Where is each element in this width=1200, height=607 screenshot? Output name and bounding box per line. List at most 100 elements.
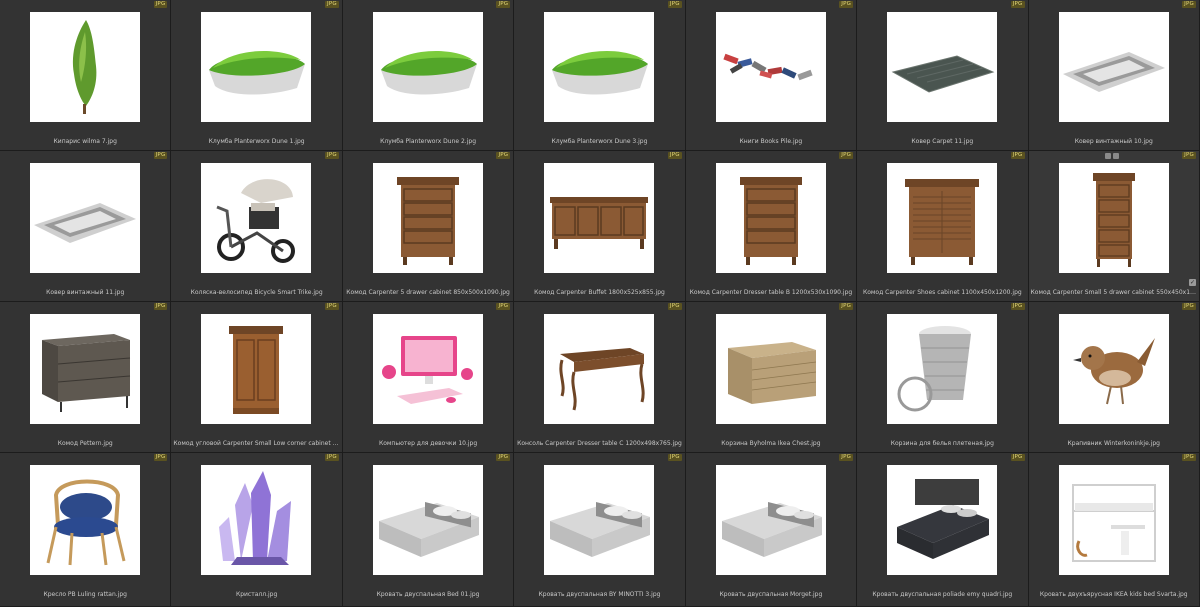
file-type-badge: JPG xyxy=(325,152,339,159)
asset-tile[interactable]: JPG Кровать двуспальная Morget.jpg xyxy=(685,453,858,607)
thumbnail[interactable] xyxy=(715,314,826,424)
asset-tile[interactable]: JPG Комод Pettern.jpg xyxy=(0,302,172,453)
asset-tile[interactable]: JPG Коляска-велосипед Bicycle Smart Trike… xyxy=(171,151,343,302)
asset-tile[interactable]: JPG Кипарис wilma 7.jpg xyxy=(0,0,172,151)
thumbnail[interactable] xyxy=(715,12,826,122)
grey-dresser-icon xyxy=(42,334,131,412)
asset-tile[interactable]: JPG Комод Carpenter 5 drawer cabinet 850x… xyxy=(342,151,515,302)
asset-tile[interactable]: JPG Ковер винтажный 11.jpg xyxy=(0,151,172,302)
thumbnail[interactable] xyxy=(887,12,998,122)
asset-tile[interactable]: JPG Кровать двуспальная BY MINOTTI 3.jpg xyxy=(514,453,686,607)
file-name-label: Кровать двуспальная BY MINOTTI 3.jpg xyxy=(538,591,661,598)
file-name-label: Кровать двуспальная Bed 01.jpg xyxy=(376,591,480,598)
thumbnail[interactable] xyxy=(372,163,483,273)
file-type-badge: JPG xyxy=(667,303,682,310)
file-type-badge: JPG xyxy=(153,1,168,8)
asset-tile[interactable]: JPG Книги Books Pile.jpg xyxy=(685,0,858,151)
asset-tile[interactable]: JPG Комод Carpenter Dresser table B 1200x… xyxy=(685,151,858,302)
thumbnail[interactable] xyxy=(887,465,998,575)
file-name-label: Ковер Carpet 11.jpg xyxy=(911,138,974,145)
file-name-label: Компьютер для девочки 10.jpg xyxy=(378,440,478,447)
vintage-carpet-icon xyxy=(34,203,136,243)
asset-tile[interactable]: JPG Комод угловой Carpenter Small Low cor… xyxy=(171,302,343,453)
checkbox-checked-icon[interactable]: ✓ xyxy=(1188,279,1196,286)
file-type-badge: JPG xyxy=(1010,152,1025,159)
asset-tile[interactable]: JPG Ковер винтажный 10.jpg xyxy=(1028,0,1200,151)
wicker-chest-icon xyxy=(727,342,816,404)
file-name-label: Ковер винтажный 10.jpg xyxy=(1074,138,1153,145)
thumbnail[interactable] xyxy=(30,465,140,575)
file-type-badge: JPG xyxy=(1182,152,1196,159)
pink-computer-icon xyxy=(381,336,473,404)
file-name-label: Клумба Planterworx Dune 2.jpg xyxy=(380,138,476,145)
asset-tile[interactable]: JPG Консоль Carpenter Dresser table C 120… xyxy=(514,302,686,453)
asset-tile[interactable]: JPG Кровать двуспальная poliade emy quadr… xyxy=(857,453,1029,607)
asset-tile[interactable]: JPG Корзина Byholma Ikea Chest.jpg xyxy=(685,302,858,453)
asset-tile[interactable]: JPG Ковер Carpet 11.jpg xyxy=(857,0,1029,151)
thumbnail[interactable] xyxy=(30,163,140,273)
file-name-label: Корзина для белья плетеная.jpg xyxy=(890,440,994,447)
file-name-label: Коляска-велосипед Bicycle Smart Trike.jp… xyxy=(190,289,323,296)
thumbnail[interactable] xyxy=(372,465,483,575)
file-type-badge: JPG xyxy=(325,1,339,8)
thumbnail[interactable] xyxy=(715,465,826,575)
asset-tile[interactable]: JPG Компьютер для девочки 10.jpg xyxy=(342,302,515,453)
thumbnail[interactable] xyxy=(887,314,998,424)
thumbnail[interactable] xyxy=(372,314,483,424)
books-pile-icon xyxy=(723,53,813,81)
asset-tile[interactable]: JPG Клумба Planterworx Dune 2.jpg xyxy=(342,0,515,151)
file-type-badge: JPG xyxy=(667,1,682,8)
file-name-label: Кровать двуспальная poliade emy quadri.j… xyxy=(872,591,1013,598)
bed-icon xyxy=(550,501,651,557)
edit-pencil-icon[interactable] xyxy=(1112,153,1119,159)
file-type-badge: JPG xyxy=(1010,1,1025,8)
asset-tile[interactable]: JPG Кресло PB Luling rattan.jpg xyxy=(0,453,172,607)
file-type-badge: JPG xyxy=(153,152,168,159)
asset-browser-grid: JPG Кипарис wilma 7.jpg JPG Клумба Planterw… xyxy=(0,0,1200,607)
bed-icon xyxy=(378,501,479,557)
thumbnail[interactable] xyxy=(201,314,312,424)
thumbnail[interactable] xyxy=(1058,163,1169,273)
asset-tile[interactable]: JPG Комод Carpenter Buffet 1800x525x855.j… xyxy=(514,151,686,302)
file-name-label: Клумба Planterworx Dune 1.jpg xyxy=(208,138,305,145)
thumbnail[interactable] xyxy=(201,163,312,273)
asset-tile[interactable]: JPG Кровать двухъярусная IKEA kids bed Sv… xyxy=(1028,453,1200,607)
file-name-label: Комод Carpenter Dresser table B 1200x530… xyxy=(689,289,853,296)
asset-tile[interactable]: JPG Корзина для белья плетеная.jpg xyxy=(857,302,1029,453)
thumbnail[interactable] xyxy=(715,163,826,273)
thumbnail[interactable] xyxy=(372,12,483,122)
file-type-badge: JPG xyxy=(1182,454,1196,461)
thumbnail[interactable] xyxy=(1058,465,1169,575)
thumbnail[interactable] xyxy=(30,12,140,122)
file-type-badge: JPG xyxy=(496,1,511,8)
thumbnail[interactable] xyxy=(544,465,655,575)
asset-tile[interactable]: JPG ✓ Комод Carpenter Small 5 drawer cabin… xyxy=(1028,151,1200,302)
dark-bed-icon xyxy=(897,479,990,559)
thumbnail[interactable] xyxy=(1058,314,1169,424)
file-type-badge: JPG xyxy=(1010,454,1025,461)
rattan-chair-icon xyxy=(46,479,126,566)
thumbnail[interactable] xyxy=(30,314,140,424)
thumbnail[interactable] xyxy=(887,163,998,273)
thumbnail[interactable] xyxy=(544,314,655,424)
asset-tile[interactable]: JPG Клумба Planterworx Dune 3.jpg xyxy=(514,0,686,151)
file-type-badge: JPG xyxy=(1182,303,1196,310)
asset-tile[interactable]: JPG Кристалл.jpg xyxy=(171,453,343,607)
thumbnail[interactable] xyxy=(201,12,312,122)
thumbnail[interactable] xyxy=(1058,12,1169,122)
thumbnail[interactable] xyxy=(544,12,655,122)
file-name-label: Ковер винтажный 11.jpg xyxy=(46,289,125,296)
file-name-label: Комод Carpenter Buffet 1800x525x855.jpg xyxy=(534,289,665,296)
asset-tile[interactable]: JPG Комод Carpenter Shoes cabinet 1100x45… xyxy=(857,151,1029,302)
file-type-badge: JPG xyxy=(839,152,854,159)
thumbnail[interactable] xyxy=(544,163,655,273)
file-type-badge: JPG xyxy=(325,454,339,461)
file-name-label: Крапивник Winterkoninkje.jpg xyxy=(1067,440,1160,447)
asset-tile[interactable]: JPG Кровать двуспальная Bed 01.jpg xyxy=(342,453,515,607)
asset-tile[interactable]: JPG Крапивник Winterkoninkje.jpg xyxy=(1028,302,1200,453)
thumbnail[interactable] xyxy=(201,465,312,575)
laundry-basket-icon xyxy=(897,326,972,412)
image-view-icon[interactable] xyxy=(1104,153,1111,159)
asset-tile[interactable]: JPG Клумба Planterworx Dune 1.jpg xyxy=(171,0,343,151)
cypress-tree-icon xyxy=(72,20,97,114)
